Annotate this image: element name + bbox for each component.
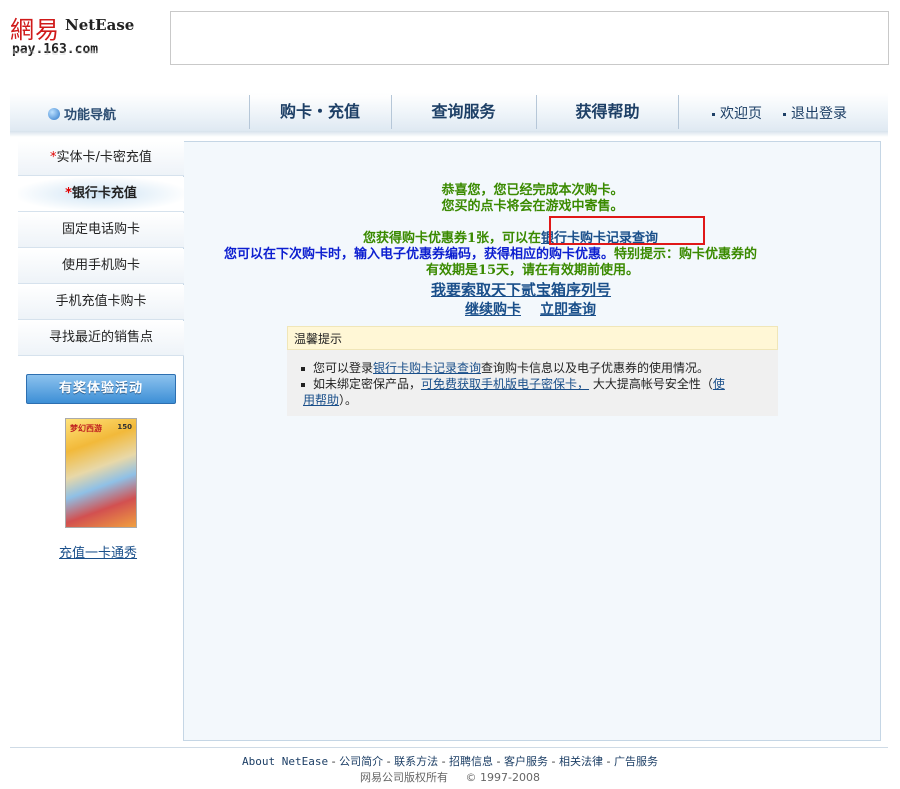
sidebar-item-label: 实体卡/卡密充值 — [56, 150, 152, 165]
footer-link-contact[interactable]: 联系方法 — [394, 755, 438, 768]
tip-item-1: 您可以登录银行卡购卡记录查询查询购卡信息以及电子优惠券的使用情况。 — [301, 360, 709, 376]
tip-text: ）。 — [339, 393, 358, 407]
tip-item-2: 如未绑定密保产品，可免费获取手机版电子密保卡， 大大提高帐号安全性（使 — [301, 376, 725, 392]
header-banner — [170, 11, 889, 65]
consignment-message: 您买的点卡将会在游戏中寄售。 — [441, 199, 624, 214]
nav-welcome-label: 欢迎页 — [720, 106, 762, 122]
footer-link-ads[interactable]: 广告服务 — [614, 755, 658, 768]
sidebar-item-landline-buy[interactable]: 固定电话购卡 — [18, 213, 184, 248]
star-icon: * — [65, 186, 72, 201]
bullet-icon — [783, 112, 786, 116]
copyright-owner: 网易公司版权所有 — [360, 771, 449, 784]
tab-query-service[interactable]: 查询服务 — [391, 95, 535, 129]
tip-text: 如未绑定密保产品， — [313, 377, 422, 391]
continue-buy-link[interactable]: 继续购卡 — [465, 299, 521, 319]
mobile-security-card-link[interactable]: 可免费获取手机版电子密保卡， — [421, 377, 589, 391]
footer-sep: - — [602, 755, 614, 768]
footer-link-legal[interactable]: 相关法律 — [559, 755, 603, 768]
nav-logout-label: 退出登录 — [791, 106, 847, 122]
tip-item-2-cont: 用帮助）。 — [303, 392, 357, 408]
bullet-icon — [712, 112, 715, 116]
copyright: 网易公司版权所有 © 1997-2008 — [0, 769, 900, 785]
bullet-icon — [301, 366, 305, 371]
query-now-link[interactable]: 立即查询 — [540, 299, 596, 319]
netease-logo[interactable]: 網易 NetEase pay.163.com pay.163.com — [10, 10, 150, 70]
logo-cn-text: 網易 — [10, 16, 60, 44]
sidebar-item-bank-card-recharge[interactable]: *银行卡充值 — [18, 177, 184, 212]
sidebar-item-label: 银行卡充值 — [71, 186, 137, 201]
sidebar-item-mobile-recharge-card[interactable]: 手机充值卡购卡 — [18, 285, 184, 320]
footer-link-about[interactable]: About NetEase — [242, 755, 328, 768]
promo-card-title: 梦幻西游 — [70, 424, 102, 433]
globe-icon — [48, 107, 60, 120]
footer-link-jobs[interactable]: 招聘信息 — [449, 755, 493, 768]
tab-get-help[interactable]: 获得帮助 — [536, 95, 679, 129]
nav-guide-label: 功能导航 — [64, 108, 117, 123]
nav-guide: 功能导航 — [48, 104, 116, 123]
tab-buy-recharge[interactable]: 购卡・充值 — [249, 95, 390, 129]
nav-welcome-link[interactable]: 欢迎页 — [712, 103, 762, 123]
usage-help-link-cont[interactable]: 用帮助 — [303, 393, 339, 407]
footer-sep: - — [383, 755, 395, 768]
nav-logout-link[interactable]: 退出登录 — [783, 103, 847, 123]
logo-reflection: pay.163.com — [12, 48, 99, 57]
footer-sep: - — [493, 755, 505, 768]
tip-text: 您可以登录 — [313, 361, 374, 375]
tip-text: 查询购卡信息以及电子优惠券的使用情况。 — [481, 361, 710, 375]
footer-links: About NetEase - 公司简介 - 联系方法 - 招聘信息 - 客户服… — [0, 753, 900, 769]
promo-card-image[interactable]: 梦幻西游 150 — [65, 418, 137, 528]
footer-divider — [10, 747, 888, 748]
tip-text: 大大提高帐号安全性（ — [589, 377, 713, 391]
logo-en-text: NetEase — [65, 16, 135, 34]
highlight-box — [549, 216, 705, 245]
tips-body: 您可以登录银行卡购卡记录查询查询购卡信息以及电子优惠券的使用情况。 如未绑定密保… — [287, 350, 778, 416]
footer-link-service[interactable]: 客户服务 — [504, 755, 548, 768]
nav-bar-shadow — [10, 131, 888, 137]
tips-title: 温馨提示 — [287, 326, 778, 350]
promo-link[interactable]: 充值一卡通秀 — [59, 542, 137, 561]
footer-sep: - — [328, 755, 340, 768]
footer-link-company[interactable]: 公司简介 — [339, 755, 383, 768]
sidebar-item-card-recharge[interactable]: *实体卡/卡密充值 — [18, 141, 184, 176]
coupon-validity-message: 有效期是15天，请在有效期前使用。 — [425, 263, 640, 278]
promo-card-value: 150 — [117, 423, 132, 431]
request-serial-link[interactable]: 我要索取天下贰宝箱序列号 — [431, 279, 611, 300]
bullet-icon — [301, 382, 305, 387]
usage-help-link[interactable]: 使 — [713, 377, 725, 391]
promo-activity-button[interactable]: 有奖体验活动 — [26, 374, 176, 404]
footer-sep: - — [548, 755, 559, 768]
sidebar-item-mobile-buy[interactable]: 使用手机购卡 — [18, 249, 184, 284]
copyright-years: © 1997-2008 — [465, 771, 540, 784]
footer-sep: - — [438, 755, 450, 768]
tip-bank-record-link[interactable]: 银行卡购卡记录查询 — [373, 361, 481, 375]
sidebar-item-find-sales-point[interactable]: 寻找最近的销售点 — [18, 321, 184, 356]
